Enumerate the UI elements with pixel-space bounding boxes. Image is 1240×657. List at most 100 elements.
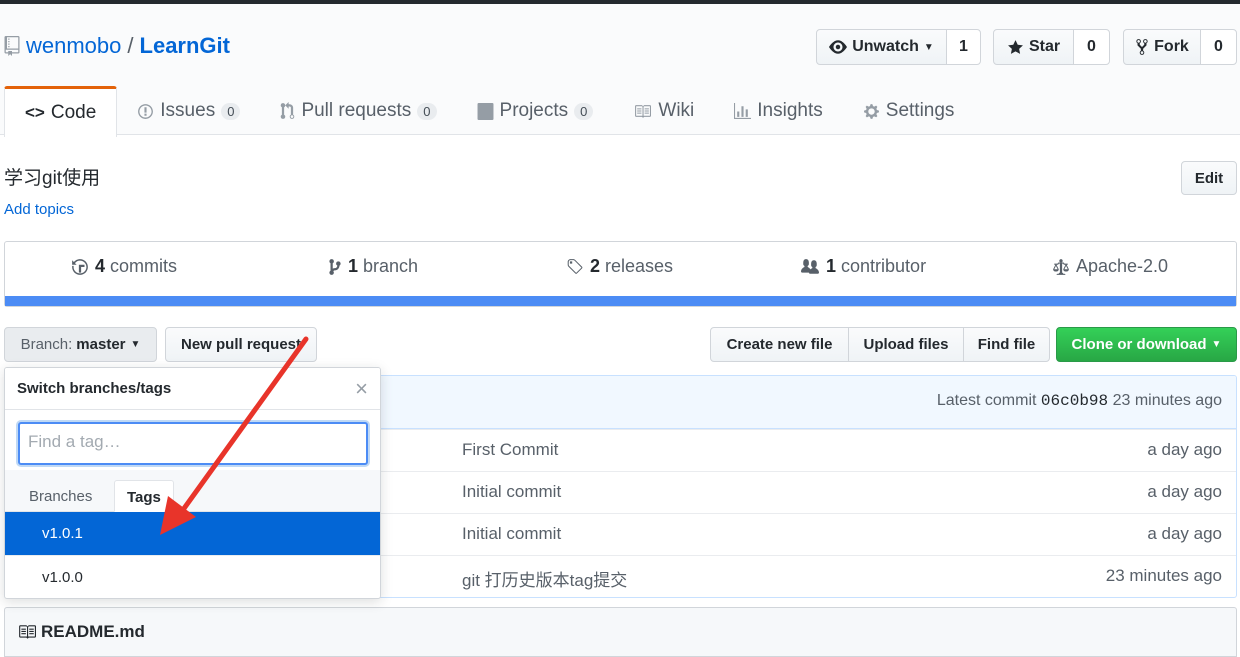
edit-button[interactable]: Edit	[1181, 161, 1237, 195]
numbers-summary: 4 commits 1 branch 2 releases 1 contribu…	[4, 241, 1237, 307]
tag-item[interactable]: v1.0.1	[5, 512, 380, 555]
pull-requests-counter: 0	[417, 102, 437, 120]
tab-label: Code	[50, 102, 97, 123]
branch-prefix: Branch:	[20, 336, 73, 353]
path-separator: /	[127, 33, 134, 58]
branch-label: branch	[363, 256, 419, 276]
dropdown-tabs: Branches Tags	[5, 470, 380, 512]
branch-icon	[329, 258, 341, 275]
issue-icon	[138, 103, 154, 119]
latest-commit-prefix: Latest commit	[936, 392, 1037, 409]
star-button[interactable]: Star	[993, 29, 1074, 65]
branch-tag-dropdown: Switch branches/tags × Find a tag… Branc…	[4, 367, 381, 599]
commit-message-link[interactable]: git 打历史版本tag提交	[462, 566, 627, 591]
tab-label: Projects	[499, 100, 569, 121]
star-icon	[1008, 39, 1023, 54]
fork-icon	[1136, 39, 1148, 55]
projects-counter: 0	[574, 102, 594, 120]
license-link[interactable]: Apache-2.0	[1052, 256, 1168, 277]
dropdown-header: Switch branches/tags ×	[5, 368, 380, 410]
commit-message-link[interactable]: Initial commit	[462, 482, 561, 502]
eye-icon	[829, 40, 848, 54]
tab-tags[interactable]: Tags	[114, 480, 174, 512]
branch-value: master	[76, 336, 126, 353]
add-topics-link[interactable]: Add topics	[4, 201, 74, 218]
caret-down-icon: ▼	[130, 339, 141, 350]
commits-label: commits	[110, 256, 178, 276]
commit-age: a day ago	[1147, 524, 1222, 543]
releases-count: 2	[590, 256, 601, 276]
project-icon	[477, 102, 493, 120]
latest-commit-age: 23 minutes ago	[1112, 392, 1222, 409]
law-icon	[1053, 258, 1069, 275]
tab-label: Settings	[885, 100, 955, 121]
gear-icon	[863, 103, 879, 119]
commits-count: 4	[95, 256, 106, 276]
commit-message-link[interactable]: Initial commit	[462, 524, 561, 544]
clone-label: Clone or download	[1071, 336, 1207, 353]
repo-title: wenmobo / LearnGit	[4, 30, 230, 62]
upload-files-button[interactable]: Upload files	[848, 327, 964, 362]
commit-message-link[interactable]: First Commit	[462, 440, 558, 460]
language-bar[interactable]	[5, 296, 1236, 306]
pull-request-icon	[281, 102, 295, 119]
repo-nav: <> Code Issues 0 Pull requests 0 Project…	[4, 86, 975, 137]
code-icon: <>	[25, 103, 45, 122]
fork-button[interactable]: Fork	[1123, 29, 1201, 65]
new-pull-request-button[interactable]: New pull request	[165, 327, 317, 362]
contributor-label: contributor	[841, 256, 927, 276]
close-icon[interactable]: ×	[355, 376, 368, 402]
tab-label: Insights	[757, 100, 823, 121]
repo-icon	[4, 36, 20, 56]
commit-age: a day ago	[1147, 482, 1222, 501]
repo-description: 学习git使用	[4, 168, 101, 189]
readme-title: README.md	[41, 622, 145, 641]
tab-branches[interactable]: Branches	[17, 480, 104, 512]
repo-owner-link[interactable]: wenmobo	[26, 33, 121, 59]
tab-label: Pull requests	[301, 100, 412, 121]
forks-count[interactable]: 0	[1200, 29, 1237, 65]
find-file-button[interactable]: Find file	[963, 327, 1050, 362]
repo-name-link[interactable]: LearnGit	[140, 33, 230, 59]
book-icon	[19, 625, 36, 639]
tab-code[interactable]: <> Code	[4, 86, 118, 137]
unwatch-button[interactable]: Unwatch ▼	[816, 29, 947, 65]
releases-link[interactable]: 2 releases	[566, 256, 673, 277]
book-icon	[635, 104, 652, 118]
branch-select-button[interactable]: Branch: master ▼	[4, 327, 157, 362]
tab-issues[interactable]: Issues 0	[117, 86, 260, 136]
star-label: Star	[1028, 38, 1061, 55]
graph-icon	[734, 102, 752, 119]
commit-sha-link[interactable]: 06c0b98	[1041, 392, 1108, 410]
caret-down-icon: ▼	[923, 41, 934, 53]
tab-insights[interactable]: Insights	[714, 86, 842, 136]
dropdown-filter: Find a tag…	[5, 410, 380, 470]
watchers-count[interactable]: 1	[946, 29, 981, 65]
commits-link[interactable]: 4 commits	[71, 256, 177, 277]
tab-wiki[interactable]: Wiki	[613, 86, 714, 136]
tab-label: Issues	[160, 100, 216, 121]
latest-commit: Latest commit 06c0b98 23 minutes ago	[937, 392, 1222, 410]
readme-header: README.md	[4, 607, 1237, 657]
tag-item[interactable]: v1.0.0	[5, 555, 380, 598]
stargazers-count[interactable]: 0	[1073, 29, 1110, 65]
license-label: Apache-2.0	[1076, 256, 1169, 276]
unwatch-label: Unwatch	[852, 38, 919, 55]
contributors-link[interactable]: 1 contributor	[800, 256, 926, 277]
commit-age: a day ago	[1147, 440, 1222, 459]
tab-settings[interactable]: Settings	[843, 86, 975, 136]
find-tag-input[interactable]: Find a tag…	[18, 422, 368, 465]
clone-or-download-button[interactable]: Clone or download ▼	[1056, 327, 1237, 362]
tab-projects[interactable]: Projects 0	[457, 86, 614, 136]
fork-label: Fork	[1154, 38, 1189, 55]
branches-link[interactable]: 1 branch	[328, 256, 418, 277]
commit-age: 23 minutes ago	[1105, 566, 1222, 585]
history-icon	[72, 258, 88, 275]
people-icon	[801, 258, 819, 274]
create-new-file-button[interactable]: Create new file	[710, 327, 849, 362]
caret-down-icon: ▼	[1211, 339, 1222, 350]
tab-pull-requests[interactable]: Pull requests 0	[260, 86, 456, 136]
issues-counter: 0	[221, 102, 241, 120]
tab-label: Wiki	[658, 100, 695, 121]
dropdown-title: Switch branches/tags	[17, 380, 172, 397]
